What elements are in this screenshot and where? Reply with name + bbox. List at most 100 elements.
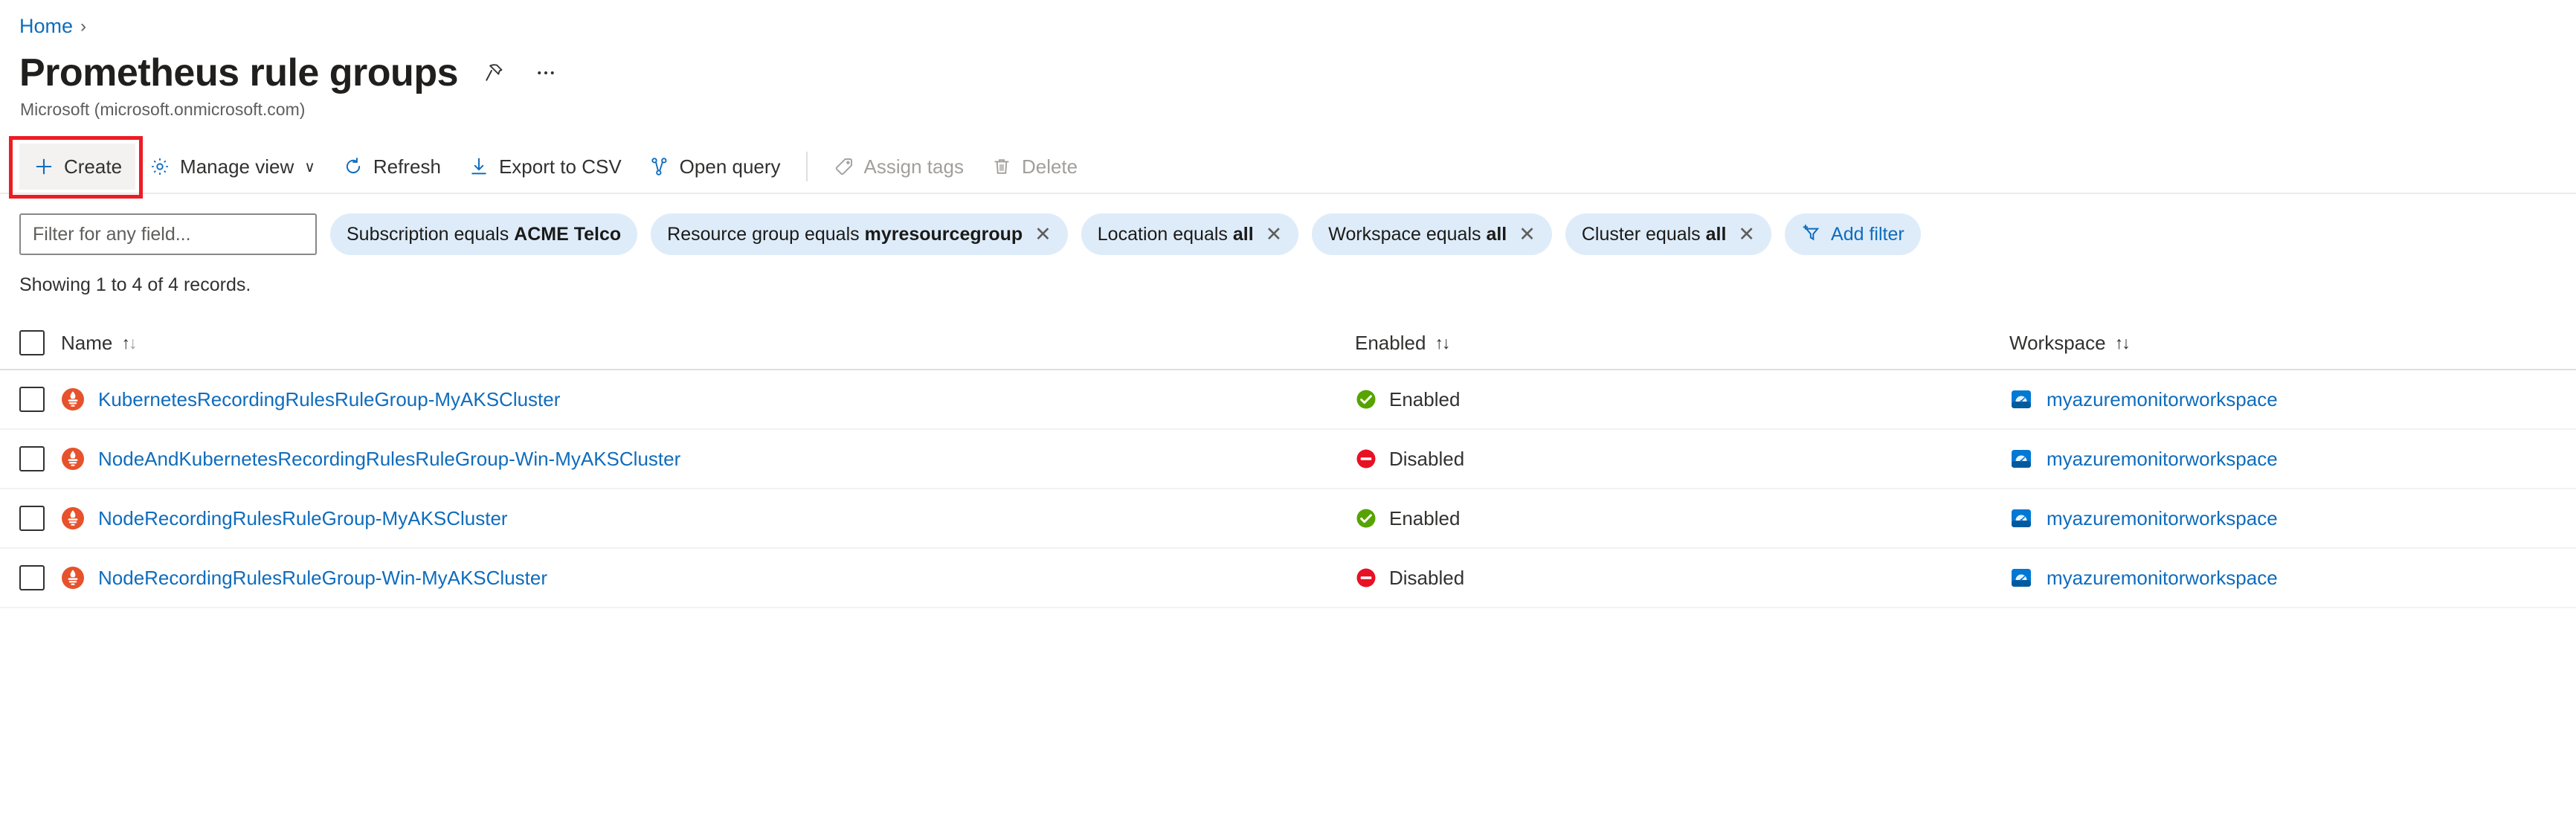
filter-pill-remove-icon[interactable]: ✕ [1738, 224, 1755, 245]
sort-icon-workspace: ↑ ↓ [2114, 332, 2131, 352]
cell-enabled: Disabled [1355, 567, 2009, 590]
chevron-down-icon: ∨ [304, 158, 315, 175]
rule-groups-table: Name ↑ ↓ Enabled ↑ ↓ Workspace ↑ ↓ Kubernet… [0, 317, 2576, 609]
cell-name: NodeAndKubernetesRecordingRulesRuleGroup… [61, 447, 1355, 471]
cell-enabled: Disabled [1355, 448, 2009, 471]
open-query-button[interactable]: Open query [635, 144, 794, 190]
filter-pill[interactable]: Cluster equals all ✕ [1565, 213, 1772, 256]
records-summary: Showing 1 to 4 of 4 records. [19, 274, 251, 296]
cell-workspace: myazuremonitorworkspace [2009, 566, 2576, 590]
ellipsis-icon [535, 62, 557, 84]
cell-name: NodeRecordingRulesRuleGroup-MyAKSCluster [61, 506, 1355, 530]
row-checkbox[interactable] [19, 446, 45, 472]
filter-pill-value: ACME Telco [514, 223, 622, 245]
plus-icon [33, 155, 55, 178]
column-header-name-label: Name [61, 331, 113, 354]
rule-group-link[interactable]: NodeRecordingRulesRuleGroup-MyAKSCluster [98, 507, 508, 530]
filter-pill-label: Location equals all [1097, 223, 1254, 245]
delete-label: Delete [1021, 155, 1078, 178]
prometheus-icon [61, 506, 85, 530]
sort-icon-name: ↑ ↓ [121, 332, 137, 352]
filter-pill-remove-icon[interactable]: ✕ [1266, 224, 1283, 245]
filter-pill-value: all [1705, 223, 1727, 245]
sort-icon-enabled: ↑ ↓ [1434, 332, 1450, 352]
create-button[interactable]: Create [19, 144, 136, 190]
filter-pill-label: Cluster equals all [1581, 223, 1727, 245]
assign-tags-label: Assign tags [863, 155, 964, 178]
cell-workspace: myazuremonitorworkspace [2009, 387, 2576, 411]
refresh-button[interactable]: Refresh [329, 144, 454, 190]
status-label: Enabled [1389, 506, 1461, 529]
assign-tags-button: Assign tags [820, 144, 977, 190]
breadcrumb: Home › [0, 0, 2576, 36]
filter-bar: Subscription equals ACME Telco Resource g… [0, 194, 2576, 256]
filter-pill[interactable]: Resource group equals myresourcegroup ✕ [651, 213, 1068, 256]
filter-pill[interactable]: Subscription equals ACME Telco [330, 213, 638, 256]
filter-pill[interactable]: Workspace equals all ✕ [1312, 213, 1552, 256]
select-all-cell [19, 330, 61, 356]
more-options-button[interactable] [529, 57, 562, 89]
select-all-checkbox[interactable] [19, 330, 45, 356]
filter-pill-value: all [1232, 223, 1254, 245]
workspace-link[interactable]: myazuremonitorworkspace [2047, 507, 2278, 530]
status-label: Disabled [1389, 566, 1465, 589]
cell-enabled: Enabled [1355, 388, 2009, 411]
azure-monitor-workspace-icon [2009, 447, 2033, 471]
azure-monitor-workspace-icon [2009, 566, 2033, 590]
row-checkbox[interactable] [19, 565, 45, 591]
row-select-cell [19, 565, 61, 591]
add-filter-button[interactable]: Add filter [1785, 213, 1921, 256]
workspace-link[interactable]: myazuremonitorworkspace [2047, 388, 2278, 411]
cell-name: NodeRecordingRulesRuleGroup-Win-MyAKSClu… [61, 566, 1355, 590]
row-checkbox[interactable] [19, 506, 45, 532]
create-button-wrapper: Create [9, 136, 144, 199]
row-select-cell [19, 387, 61, 413]
workspace-link[interactable]: myazuremonitorworkspace [2047, 448, 2278, 471]
row-select-cell [19, 506, 61, 532]
cell-workspace: myazuremonitorworkspace [2009, 506, 2576, 530]
table-row[interactable]: NodeRecordingRulesRuleGroup-Win-MyAKSClu… [0, 549, 2576, 609]
cell-name: KubernetesRecordingRulesRuleGroup-MyAKSC… [61, 387, 1355, 411]
row-select-cell [19, 446, 61, 472]
pin-icon [483, 62, 505, 84]
rule-group-link[interactable]: NodeAndKubernetesRecordingRulesRuleGroup… [98, 448, 680, 471]
column-header-enabled[interactable]: Enabled ↑ ↓ [1355, 332, 2009, 355]
query-graph-icon [648, 155, 671, 178]
cell-workspace: myazuremonitorworkspace [2009, 447, 2576, 471]
status-enabled-icon [1355, 388, 1377, 410]
status-label: Enabled [1389, 387, 1461, 410]
command-bar-divider [805, 152, 808, 182]
filter-search-input[interactable] [19, 213, 317, 256]
rule-group-link[interactable]: KubernetesRecordingRulesRuleGroup-MyAKSC… [98, 388, 560, 411]
table-row[interactable]: KubernetesRecordingRulesRuleGroup-MyAKSC… [0, 370, 2576, 431]
gear-icon [149, 155, 171, 178]
table-row[interactable]: NodeRecordingRulesRuleGroup-MyAKSCluster… [0, 489, 2576, 550]
add-filter-label: Add filter [1831, 223, 1904, 245]
page-title-row: Prometheus rule groups [0, 36, 2576, 94]
filter-pill-remove-icon[interactable]: ✕ [1034, 224, 1052, 245]
azure-monitor-workspace-icon [2009, 387, 2033, 411]
filter-pill-remove-icon[interactable]: ✕ [1519, 224, 1536, 245]
pin-button[interactable] [477, 57, 510, 89]
prometheus-icon [61, 387, 85, 411]
table-row[interactable]: NodeAndKubernetesRecordingRulesRuleGroup… [0, 430, 2576, 490]
rule-group-link[interactable]: NodeRecordingRulesRuleGroup-Win-MyAKSClu… [98, 567, 547, 590]
column-header-name[interactable]: Name ↑ ↓ [61, 332, 1355, 355]
manage-view-label: Manage view [180, 155, 294, 178]
prometheus-icon [61, 566, 85, 590]
column-header-workspace[interactable]: Workspace ↑ ↓ [2009, 332, 2576, 355]
open-query-label: Open query [679, 155, 781, 178]
status-enabled-icon [1355, 507, 1377, 529]
table-header-row: Name ↑ ↓ Enabled ↑ ↓ Workspace ↑ ↓ [0, 317, 2576, 371]
manage-view-button[interactable]: Manage view ∨ [135, 144, 329, 190]
download-icon [468, 155, 490, 178]
status-label: Disabled [1389, 447, 1465, 470]
filter-pill[interactable]: Location equals all ✕ [1081, 213, 1299, 256]
breadcrumb-home-link[interactable]: Home [19, 16, 73, 36]
add-filter-icon [1801, 223, 1823, 245]
filter-pill-label: Resource group equals myresourcegroup [667, 223, 1023, 245]
row-checkbox[interactable] [19, 387, 45, 413]
tag-icon [833, 155, 855, 178]
workspace-link[interactable]: myazuremonitorworkspace [2047, 567, 2278, 590]
export-to-csv-button[interactable]: Export to CSV [454, 144, 635, 190]
